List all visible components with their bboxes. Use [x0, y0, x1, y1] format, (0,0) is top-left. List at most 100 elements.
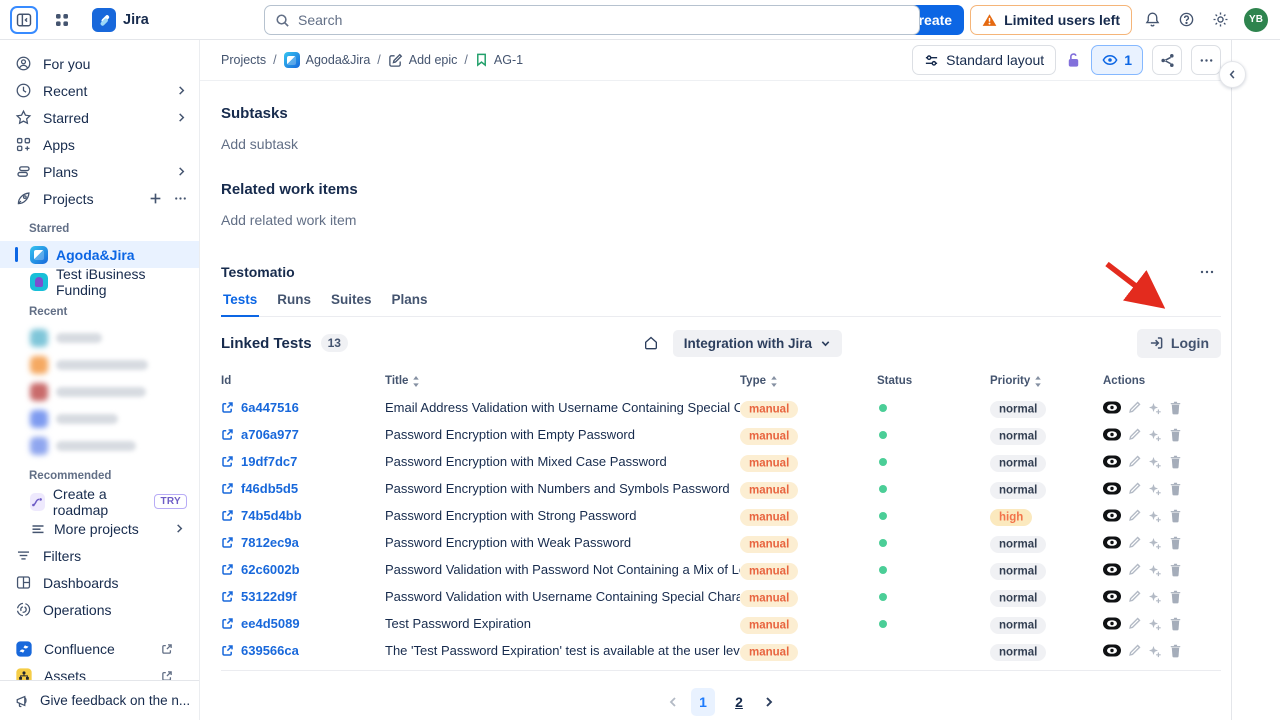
view-test-button[interactable] — [1103, 455, 1121, 468]
layout-selector-button[interactable]: Standard layout — [912, 45, 1056, 75]
pagination-prev-button[interactable] — [667, 696, 679, 708]
view-test-button[interactable] — [1103, 590, 1121, 603]
view-test-button[interactable] — [1103, 401, 1121, 414]
testomatio-tab[interactable]: Suites — [329, 292, 374, 317]
settings-button[interactable] — [1206, 6, 1234, 34]
give-feedback-button[interactable]: Give feedback on the n... — [0, 680, 199, 720]
testomatio-more-button[interactable] — [1199, 264, 1215, 280]
test-id-link[interactable]: 74b5d4bb — [241, 508, 302, 523]
ai-improve-button[interactable] — [1148, 644, 1162, 658]
user-avatar[interactable]: YB — [1244, 8, 1268, 32]
add-related-item-link[interactable]: Add related work item — [221, 212, 1221, 228]
sidebar-item-assets[interactable]: Assets — [0, 662, 199, 680]
sidebar-project-ibusiness[interactable]: Test iBusiness Funding — [0, 268, 199, 295]
sidebar-item-projects[interactable]: Projects — [0, 185, 199, 212]
sidebar-item-for-you[interactable]: For you — [0, 50, 199, 77]
recent-project-item-blurred[interactable] — [0, 405, 199, 432]
share-button[interactable] — [1152, 45, 1182, 75]
delete-test-button[interactable] — [1169, 401, 1182, 415]
table-header-cell[interactable]: Type — [740, 375, 877, 387]
delete-test-button[interactable] — [1169, 428, 1182, 442]
delete-test-button[interactable] — [1169, 644, 1182, 658]
test-id-link[interactable]: 53122d9f — [241, 589, 297, 604]
table-header-cell[interactable]: Status — [877, 375, 990, 387]
delete-test-button[interactable] — [1169, 617, 1182, 631]
sidebar-project-agoda-jira[interactable]: Agoda&Jira — [0, 241, 199, 268]
edit-test-button[interactable] — [1128, 401, 1141, 414]
breadcrumb-issue[interactable]: AG-1 — [475, 53, 523, 67]
help-button[interactable] — [1172, 6, 1200, 34]
ai-improve-button[interactable] — [1148, 590, 1162, 604]
breadcrumb-add-epic[interactable]: Add epic — [388, 53, 458, 68]
test-id-link[interactable]: 7812ec9a — [241, 535, 299, 550]
delete-test-button[interactable] — [1169, 482, 1182, 496]
ai-improve-button[interactable] — [1148, 563, 1162, 577]
test-id-link[interactable]: 62c6002b — [241, 562, 300, 577]
limited-users-button[interactable]: Limited users left — [970, 5, 1132, 35]
ai-improve-button[interactable] — [1148, 401, 1162, 415]
project-selector-dropdown[interactable]: Integration with Jira — [673, 330, 842, 357]
sidebar-toggle-button[interactable] — [10, 6, 38, 34]
recent-project-item-blurred[interactable] — [0, 351, 199, 378]
pagination-page-button[interactable]: 2 — [727, 688, 751, 716]
table-header-cell[interactable]: Actions — [1103, 375, 1221, 387]
test-id-link[interactable]: 639566ca — [241, 643, 299, 658]
projects-more-icon[interactable] — [174, 192, 187, 205]
sidebar-item-plans[interactable]: Plans — [0, 158, 199, 185]
view-test-button[interactable] — [1103, 644, 1121, 657]
testomatio-tab[interactable]: Plans — [390, 292, 430, 317]
add-subtask-link[interactable]: Add subtask — [221, 136, 1221, 152]
sidebar-item-recent[interactable]: Recent — [0, 77, 199, 104]
table-header-cell[interactable]: Priority — [990, 375, 1103, 387]
view-test-button[interactable] — [1103, 536, 1121, 549]
ai-improve-button[interactable] — [1148, 455, 1162, 469]
delete-test-button[interactable] — [1169, 509, 1182, 523]
sidebar-item-filters[interactable]: Filters — [0, 542, 199, 569]
test-id-link[interactable]: f46db5d5 — [241, 481, 298, 496]
table-header-cell[interactable]: Id — [221, 375, 385, 387]
ai-improve-button[interactable] — [1148, 536, 1162, 550]
login-button[interactable]: Login — [1137, 329, 1221, 358]
sidebar-item-more-projects[interactable]: More projects — [0, 515, 199, 542]
edit-test-button[interactable] — [1128, 590, 1141, 603]
sidebar-item-confluence[interactable]: Confluence — [0, 635, 199, 662]
home-button[interactable] — [643, 335, 659, 351]
panel-collapse-button[interactable] — [1219, 61, 1246, 88]
edit-test-button[interactable] — [1128, 509, 1141, 522]
recent-project-item-blurred[interactable] — [0, 324, 199, 351]
sidebar-item-apps[interactable]: Apps — [0, 131, 199, 158]
sidebar-item-starred[interactable]: Starred — [0, 104, 199, 131]
edit-test-button[interactable] — [1128, 455, 1141, 468]
app-switcher-button[interactable] — [48, 6, 76, 34]
edit-test-button[interactable] — [1128, 536, 1141, 549]
pagination-page-button[interactable]: 1 — [691, 688, 715, 716]
view-test-button[interactable] — [1103, 509, 1121, 522]
delete-test-button[interactable] — [1169, 455, 1182, 469]
delete-test-button[interactable] — [1169, 536, 1182, 550]
recent-project-item-blurred[interactable] — [0, 378, 199, 405]
view-test-button[interactable] — [1103, 617, 1121, 630]
table-header-cell[interactable]: Title — [385, 375, 740, 387]
edit-test-button[interactable] — [1128, 644, 1141, 657]
edit-test-button[interactable] — [1128, 563, 1141, 576]
test-id-link[interactable]: a706a977 — [241, 427, 299, 442]
ai-improve-button[interactable] — [1148, 509, 1162, 523]
delete-test-button[interactable] — [1169, 590, 1182, 604]
test-id-link[interactable]: 19df7dc7 — [241, 454, 297, 469]
delete-test-button[interactable] — [1169, 563, 1182, 577]
add-project-icon[interactable] — [149, 192, 162, 205]
pagination-next-button[interactable] — [763, 696, 775, 708]
testomatio-tab[interactable]: Tests — [221, 292, 259, 317]
recent-project-item-blurred[interactable] — [0, 432, 199, 459]
unlock-button[interactable] — [1065, 51, 1082, 69]
sidebar-item-operations[interactable]: Operations — [0, 596, 199, 623]
global-search[interactable] — [264, 5, 920, 35]
breadcrumb-projects[interactable]: Projects — [221, 53, 266, 67]
test-id-link[interactable]: 6a447516 — [241, 400, 299, 415]
breadcrumb-project[interactable]: Agoda&Jira — [284, 52, 371, 68]
search-input[interactable] — [298, 12, 909, 28]
view-test-button[interactable] — [1103, 482, 1121, 495]
testomatio-tab[interactable]: Runs — [275, 292, 313, 317]
view-test-button[interactable] — [1103, 428, 1121, 441]
watchers-button[interactable]: 1 — [1091, 45, 1143, 75]
